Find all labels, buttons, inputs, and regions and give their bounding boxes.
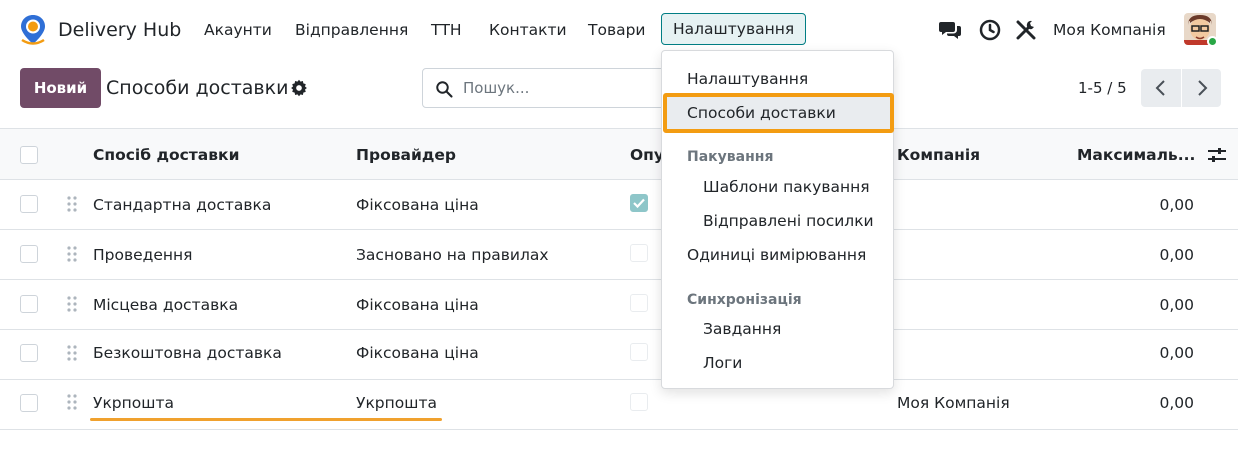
- search-icon: [436, 81, 453, 98]
- row-checkbox[interactable]: [20, 245, 38, 263]
- menu-shipments[interactable]: Відправлення: [295, 21, 408, 39]
- cell-method: Безкоштовна доставка: [93, 344, 282, 362]
- cell-max: 0,00: [1159, 196, 1194, 214]
- optional-columns-icon[interactable]: [1207, 146, 1227, 164]
- dropdown-item-settings[interactable]: Налаштування: [687, 70, 808, 88]
- clock-icon[interactable]: [978, 18, 1002, 42]
- menu-settings[interactable]: Налаштування: [661, 13, 807, 45]
- dropdown-item-sent-packages[interactable]: Відправлені посилки: [703, 212, 874, 230]
- drag-handle-icon[interactable]: [66, 296, 78, 312]
- brand[interactable]: Delivery Hub: [18, 14, 181, 46]
- dropdown-section-packaging: Пакування: [687, 149, 774, 165]
- table-row[interactable]: Місцева доставка Фіксована ціна 0,00: [0, 280, 1238, 330]
- menu-products[interactable]: Товари: [588, 21, 646, 39]
- cell-provider: Укрпошта: [356, 394, 437, 412]
- search-bar[interactable]: [422, 68, 680, 108]
- cell-max: 0,00: [1159, 344, 1194, 362]
- published-checkbox: [630, 393, 648, 411]
- online-status-dot: [1207, 36, 1218, 47]
- cell-max: 0,00: [1159, 296, 1194, 314]
- cell-method: Місцева доставка: [93, 296, 239, 314]
- pager-value[interactable]: 1-5 / 5: [1078, 79, 1127, 97]
- cell-max: 0,00: [1159, 394, 1194, 412]
- published-checkbox: [630, 244, 648, 262]
- cell-method: Стандартна доставка: [93, 196, 272, 214]
- pager-next-button[interactable]: [1181, 69, 1221, 107]
- delivery-logo-icon: [21, 15, 45, 45]
- search-input[interactable]: [463, 77, 663, 99]
- table-row[interactable]: Укрпошта Укрпошта Моя Компанія 0,00: [0, 380, 1238, 430]
- published-checkbox: [630, 194, 648, 212]
- new-button[interactable]: Новий: [20, 68, 101, 108]
- pager-previous-button[interactable]: [1141, 69, 1181, 107]
- cell-provider: Фіксована ціна: [356, 196, 479, 214]
- dropdown-item-tasks[interactable]: Завдання: [703, 320, 781, 338]
- row-checkbox[interactable]: [20, 394, 38, 412]
- cell-method: Укрпошта: [93, 394, 174, 412]
- settings-dropdown: Налаштування Способи доставки Пакування …: [661, 50, 894, 389]
- dropdown-item-delivery-methods[interactable]: Способи доставки: [687, 104, 836, 122]
- menu-ttn[interactable]: ТТН: [431, 21, 462, 39]
- cell-provider: Засновано на правилах: [356, 246, 549, 264]
- column-header-published[interactable]: Опу: [630, 146, 664, 164]
- company-switcher[interactable]: Моя Компанія: [1053, 21, 1166, 39]
- table-row[interactable]: Стандартна доставка Фіксована ціна 0,00: [0, 180, 1238, 230]
- table-row[interactable]: Безкоштовна доставка Фіксована ціна 0,00: [0, 330, 1238, 380]
- cell-provider: Фіксована ціна: [356, 344, 479, 362]
- row-checkbox[interactable]: [20, 344, 38, 362]
- published-checkbox: [630, 343, 648, 361]
- dropdown-item-uom[interactable]: Одиниці вимірювання: [687, 246, 866, 264]
- drag-handle-icon[interactable]: [66, 345, 78, 361]
- dropdown-item-package-templates[interactable]: Шаблони пакування: [703, 178, 870, 196]
- column-header-max[interactable]: Максималь...: [1077, 146, 1195, 164]
- row-checkbox[interactable]: [20, 195, 38, 213]
- page-title: Способи доставки: [106, 77, 289, 99]
- table-header: Спосіб доставки Провайдер Опу Компанія М…: [0, 128, 1238, 180]
- menu-accounts[interactable]: Акаунти: [204, 21, 272, 39]
- table-row[interactable]: Проведення Засновано на правилах 0,00: [0, 230, 1238, 280]
- cell-max: 0,00: [1159, 246, 1194, 264]
- checkmark-icon: [633, 198, 645, 209]
- published-checkbox: [630, 294, 648, 312]
- column-header-provider[interactable]: Провайдер: [356, 146, 456, 164]
- menu-contacts[interactable]: Контакти: [489, 21, 567, 39]
- drag-handle-icon[interactable]: [66, 196, 78, 212]
- chat-icon[interactable]: [938, 18, 962, 42]
- top-navbar: Delivery Hub Акаунти Відправлення ТТН Ко…: [0, 0, 1238, 60]
- chevron-right-icon: [1197, 80, 1207, 96]
- app-name: Delivery Hub: [58, 19, 182, 41]
- annotation-underline: [90, 418, 442, 421]
- dropdown-item-logs[interactable]: Логи: [703, 354, 742, 372]
- row-checkbox[interactable]: [20, 295, 38, 313]
- cell-provider: Фіксована ціна: [356, 296, 479, 314]
- drag-handle-icon[interactable]: [66, 394, 78, 410]
- chevron-left-icon: [1155, 80, 1165, 96]
- gear-icon[interactable]: [290, 79, 308, 97]
- cell-method: Проведення: [93, 246, 193, 264]
- tools-icon[interactable]: [1014, 18, 1038, 42]
- select-all-checkbox[interactable]: [20, 146, 38, 164]
- dropdown-section-sync: Синхронізація: [687, 292, 802, 308]
- drag-handle-icon[interactable]: [66, 246, 78, 262]
- column-header-method[interactable]: Спосіб доставки: [93, 146, 239, 164]
- cell-company: Моя Компанія: [897, 394, 1010, 412]
- column-header-company[interactable]: Компанія: [897, 146, 980, 164]
